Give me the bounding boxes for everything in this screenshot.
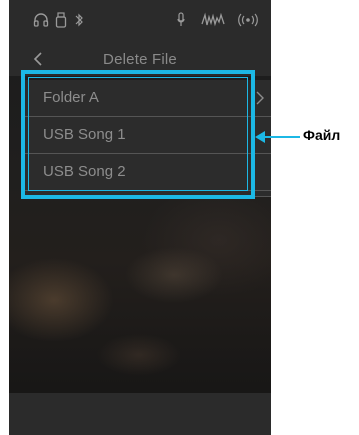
page-title: Delete File xyxy=(103,51,177,68)
bluetooth-icon xyxy=(75,13,83,27)
sound-wave-icon xyxy=(201,12,225,27)
device-screen: Delete File Folder A USB Song 1 USB Song… xyxy=(9,0,271,435)
bottom-bar xyxy=(9,393,271,435)
callout-arrow-icon xyxy=(255,131,300,143)
wireless-icon xyxy=(238,13,258,27)
callout-label: Файл xyxy=(303,127,341,143)
usb-memory-icon xyxy=(55,12,67,28)
status-bar xyxy=(9,0,271,42)
chevron-right-icon xyxy=(256,91,264,105)
microphone-icon xyxy=(177,12,185,26)
highlight-inner-frame xyxy=(28,77,248,191)
headphones-icon xyxy=(33,13,49,27)
